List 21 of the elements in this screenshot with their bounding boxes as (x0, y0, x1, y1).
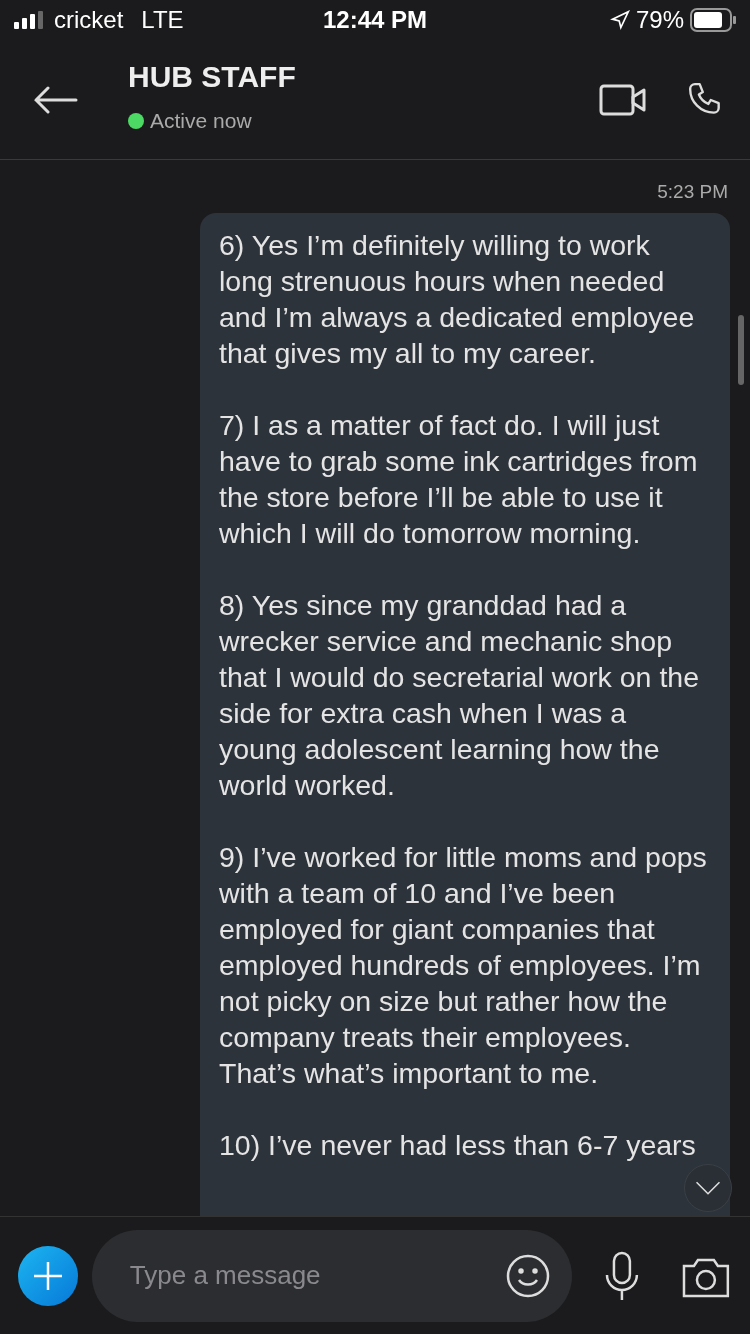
message-text: 9) I’ve worked for little moms and pops with a team of 10 and I’ve been employed for giant companies that employed hundreds of employees. I’m not picky on size but rather how the company treats their employees. That’s what’s important to me. (219, 839, 708, 1091)
message-text: 7) I as a matter of fact do. I will just have to grab some ink cartridges from the store before I’ll be able to use it which I will do tomorrow morning. (219, 407, 699, 551)
emoji-icon[interactable] (506, 1253, 551, 1298)
battery-percentage: 79% (635, 5, 684, 35)
location-arrow-icon (609, 10, 630, 30)
plus-icon (32, 1260, 63, 1291)
carrier-name: cricket (54, 5, 124, 35)
chat-title: HUB STAFF (128, 59, 297, 96)
message-text: 10) I’ve never had less than 6-7 years (219, 1127, 697, 1163)
message-field[interactable]: Type a message (129, 1256, 507, 1295)
message-text: 6) Yes I’m definitely willing to work long strenuous hours when needed and I’m always a dedicated employee that gives my all to my career. (219, 227, 696, 371)
message-input-box[interactable]: Type a message (91, 1229, 573, 1322)
presence-status: Active now (150, 108, 252, 135)
clock: 12:44 PM (322, 5, 428, 35)
scrollbar (738, 315, 744, 385)
message-text: 8) Yes since my granddad had a wrecker service and mechanic shop that I would do secretarial work on the side for extra cash when I was a young adolescent learning how the world worked. (219, 587, 700, 803)
network-type: LTE (141, 5, 184, 35)
signal-icon (14, 11, 44, 29)
message-time: 5:23 PM (657, 180, 728, 204)
chevron-down-icon (695, 1181, 721, 1195)
battery-icon (690, 8, 736, 32)
